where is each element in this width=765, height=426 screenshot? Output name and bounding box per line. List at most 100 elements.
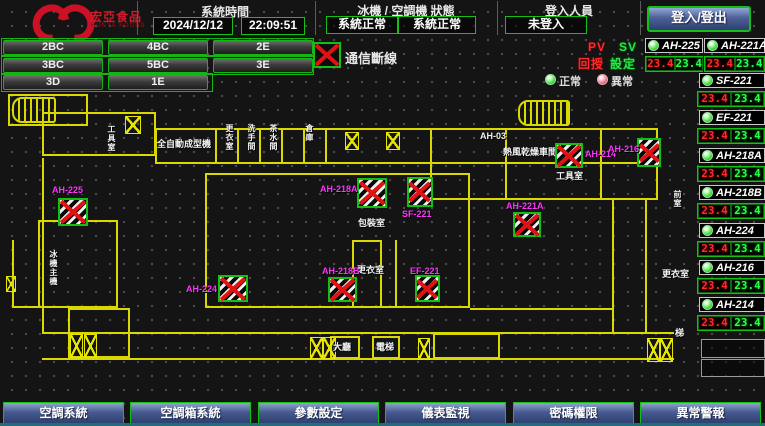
ahu-system-button[interactable]: 空調箱系統 <box>130 402 251 425</box>
device-label-ah-216: AH-216 <box>608 144 639 154</box>
sv-value: 23.4 <box>731 279 764 293</box>
floor-button-4bc[interactable]: 4BC <box>108 40 208 55</box>
abnormal-label: 異常 <box>611 73 633 89</box>
room-label: 梯 <box>675 326 684 339</box>
login-logout-button[interactable]: 登入/登出 <box>647 6 751 32</box>
device-label-ah-218b: AH-218B <box>322 266 360 276</box>
wall <box>215 130 217 164</box>
device-status-sf-221[interactable] <box>407 177 433 207</box>
room-label: 大廳 <box>333 340 351 353</box>
wall <box>42 332 674 334</box>
equipment-ah-218a[interactable]: AH-218A <box>699 148 765 163</box>
device-status-ah-224[interactable] <box>218 275 248 302</box>
pv-value: 23.4 <box>698 129 731 143</box>
pv-header: PV <box>588 40 606 54</box>
floor-button-3e[interactable]: 3E <box>213 58 313 73</box>
equipment-ah-221a[interactable]: AH-221A <box>704 38 765 53</box>
chiller-status-value: 系統正常 <box>326 16 398 34</box>
equipment-values-ah-218b: 23.423.4 <box>697 203 765 219</box>
equipment-ef-221[interactable]: EF-221 <box>699 110 765 125</box>
pv-value: 23.4 <box>698 316 731 330</box>
normal-label: 正常 <box>559 73 581 89</box>
header-divider <box>640 1 641 35</box>
door-hatch-icon <box>84 334 97 358</box>
status-led-icon <box>702 187 713 198</box>
device-label-ah-218a: AH-218A <box>320 184 358 194</box>
device-status-ah-214[interactable] <box>555 143 583 168</box>
door-hatch-icon <box>386 132 400 150</box>
room-label: 洗手間 <box>246 124 257 151</box>
pv-value: 23.4 <box>698 242 731 256</box>
equipment-ah-216[interactable]: AH-216 <box>699 260 765 275</box>
equipment-label: AH-218A <box>716 150 762 162</box>
wall <box>42 158 44 334</box>
equipment-values-ah-224: 23.423.4 <box>697 241 765 257</box>
equipment-ah-214[interactable]: AH-214 <box>699 297 765 312</box>
pv-value: 23.4 <box>705 57 735 71</box>
meter-monitor-button[interactable]: 儀表監視 <box>385 402 506 425</box>
wall <box>325 130 327 164</box>
equipment-ah-218b[interactable]: AH-218B <box>699 185 765 200</box>
device-label-sf-221: SF-221 <box>402 209 432 219</box>
device-label-ah-225: AH-225 <box>52 185 83 195</box>
equipment-ah-225[interactable]: AH-225 <box>645 38 703 53</box>
room-label: 茶水間 <box>268 124 279 151</box>
pv-value: 23.4 <box>698 279 731 293</box>
floor-button-2e[interactable]: 2E <box>213 40 313 55</box>
room-label: 包裝室 <box>358 216 385 229</box>
equipment-label: AH-216 <box>716 262 754 274</box>
comm-offline-icon <box>313 42 341 68</box>
device-status-ah-221a[interactable] <box>513 212 541 237</box>
device-status-ah-216[interactable] <box>637 138 661 167</box>
alarm-button[interactable]: 異常警報 <box>640 402 761 425</box>
sv-value: 23.4 <box>675 57 704 71</box>
floor-button-3d[interactable]: 3D <box>3 75 103 90</box>
status-led-icon <box>707 40 718 51</box>
room-label: 全自動成型機 <box>157 137 211 150</box>
wall <box>395 240 397 308</box>
device-status-ef-221[interactable] <box>415 275 440 302</box>
wall <box>12 240 14 308</box>
wall <box>645 200 647 332</box>
hmi-screen: 宏亞食品 HUNYA FOODS 系統時間 2024/12/12 22:09:5… <box>0 0 765 426</box>
device-label-ah-221a: AH-221A <box>506 201 544 211</box>
floor-button-3bc[interactable]: 3BC <box>3 58 103 73</box>
floor-button-2bc[interactable]: 2BC <box>3 40 103 55</box>
empty-slot <box>701 339 765 358</box>
wall <box>600 130 602 198</box>
door-hatch-icon <box>70 334 83 358</box>
ac-system-button[interactable]: 空調系統 <box>3 402 124 425</box>
password-auth-button[interactable]: 密碼權限 <box>513 402 634 425</box>
room-label: 更衣室 <box>357 263 384 276</box>
status-led-icon <box>702 150 713 161</box>
equipment-ah-224[interactable]: AH-224 <box>699 223 765 238</box>
door-hatch-icon <box>6 276 16 292</box>
param-settings-button[interactable]: 參數設定 <box>258 402 379 425</box>
room-label: 工具室 <box>106 125 117 152</box>
room-label: 更衣室 <box>662 267 689 280</box>
device-status-ah-225[interactable] <box>58 198 88 226</box>
door-hatch-icon <box>345 132 359 150</box>
stairs-icon <box>12 97 56 123</box>
floor-button-5bc[interactable]: 5BC <box>108 58 208 73</box>
sv-value: 23.4 <box>731 316 764 330</box>
floor-button-1e[interactable]: 1E <box>108 75 208 90</box>
system-clock-value: 22:09:51 <box>241 17 305 35</box>
equipment-label: AH-218B <box>716 187 762 199</box>
pv-value: 23.4 <box>698 167 731 181</box>
device-status-ah-218a[interactable] <box>357 178 387 208</box>
room-label: 更衣室 <box>224 124 235 151</box>
header-divider <box>137 1 138 35</box>
wall <box>612 200 614 332</box>
floor-plan: 工具室全自動成型機更衣室洗手間茶水間倉庫AH-03熱風乾燥車間工具室包裝室更衣室… <box>0 92 765 395</box>
equipment-sf-221[interactable]: SF-221 <box>699 73 765 88</box>
pv-value: 23.4 <box>698 92 731 106</box>
device-status-ah-218b[interactable] <box>328 277 357 302</box>
equipment-values-ah-221a: 23.423.4 <box>704 56 765 72</box>
header-divider <box>497 1 498 35</box>
wall <box>259 130 261 164</box>
wall <box>237 130 239 164</box>
status-led-icon <box>702 112 713 123</box>
sv-header: SV <box>619 40 637 54</box>
door-hatch-icon <box>418 338 430 360</box>
